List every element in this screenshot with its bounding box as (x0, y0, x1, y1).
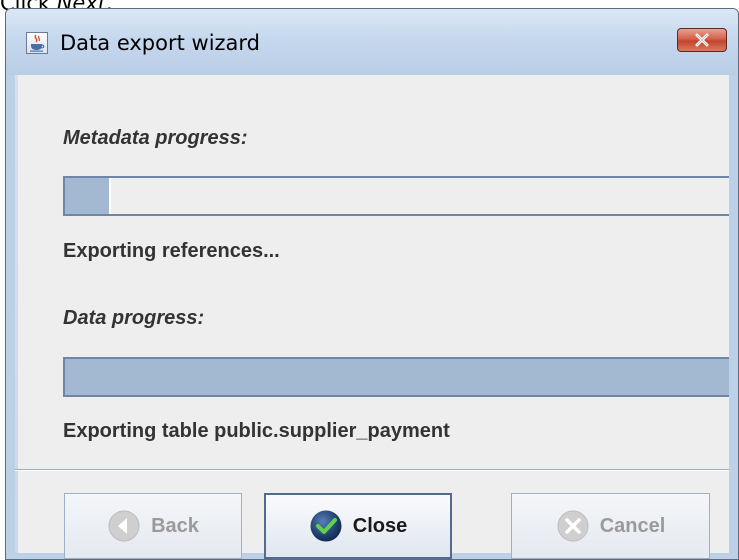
wizard-content: Metadata progress: Exporting references.… (15, 75, 729, 559)
button-divider (15, 469, 729, 471)
cancel-button-label: Cancel (599, 514, 666, 537)
back-arrow-icon (108, 510, 140, 542)
checkmark-icon (310, 510, 342, 542)
cancel-button[interactable]: Cancel (511, 493, 710, 559)
close-x-icon (695, 33, 709, 47)
data-progress-label: Data progress: (63, 307, 205, 329)
data-progress-bar (63, 357, 729, 397)
java-coffee-icon (26, 32, 48, 54)
title-bar[interactable]: Data export wizard (6, 9, 738, 75)
metadata-status-text: Exporting references... (63, 240, 280, 262)
metadata-progress-label: Metadata progress: (63, 127, 248, 149)
back-button-label: Back (151, 514, 199, 537)
back-button[interactable]: Back (64, 493, 242, 559)
metadata-progress-fill (65, 178, 112, 214)
cancel-x-icon (557, 510, 589, 542)
close-window-button[interactable] (677, 28, 727, 52)
side-stripe (15, 75, 18, 553)
data-status-text: Exporting table public.supplier_payment (63, 420, 450, 442)
window-title: Data export wizard (60, 31, 261, 55)
metadata-progress-bar (63, 176, 729, 216)
close-button[interactable]: Close (264, 493, 452, 559)
data-progress-fill (65, 359, 729, 395)
data-export-wizard-window: Data export wizard Metadata progress: Ex… (5, 8, 739, 560)
close-button-label: Close (352, 514, 408, 537)
